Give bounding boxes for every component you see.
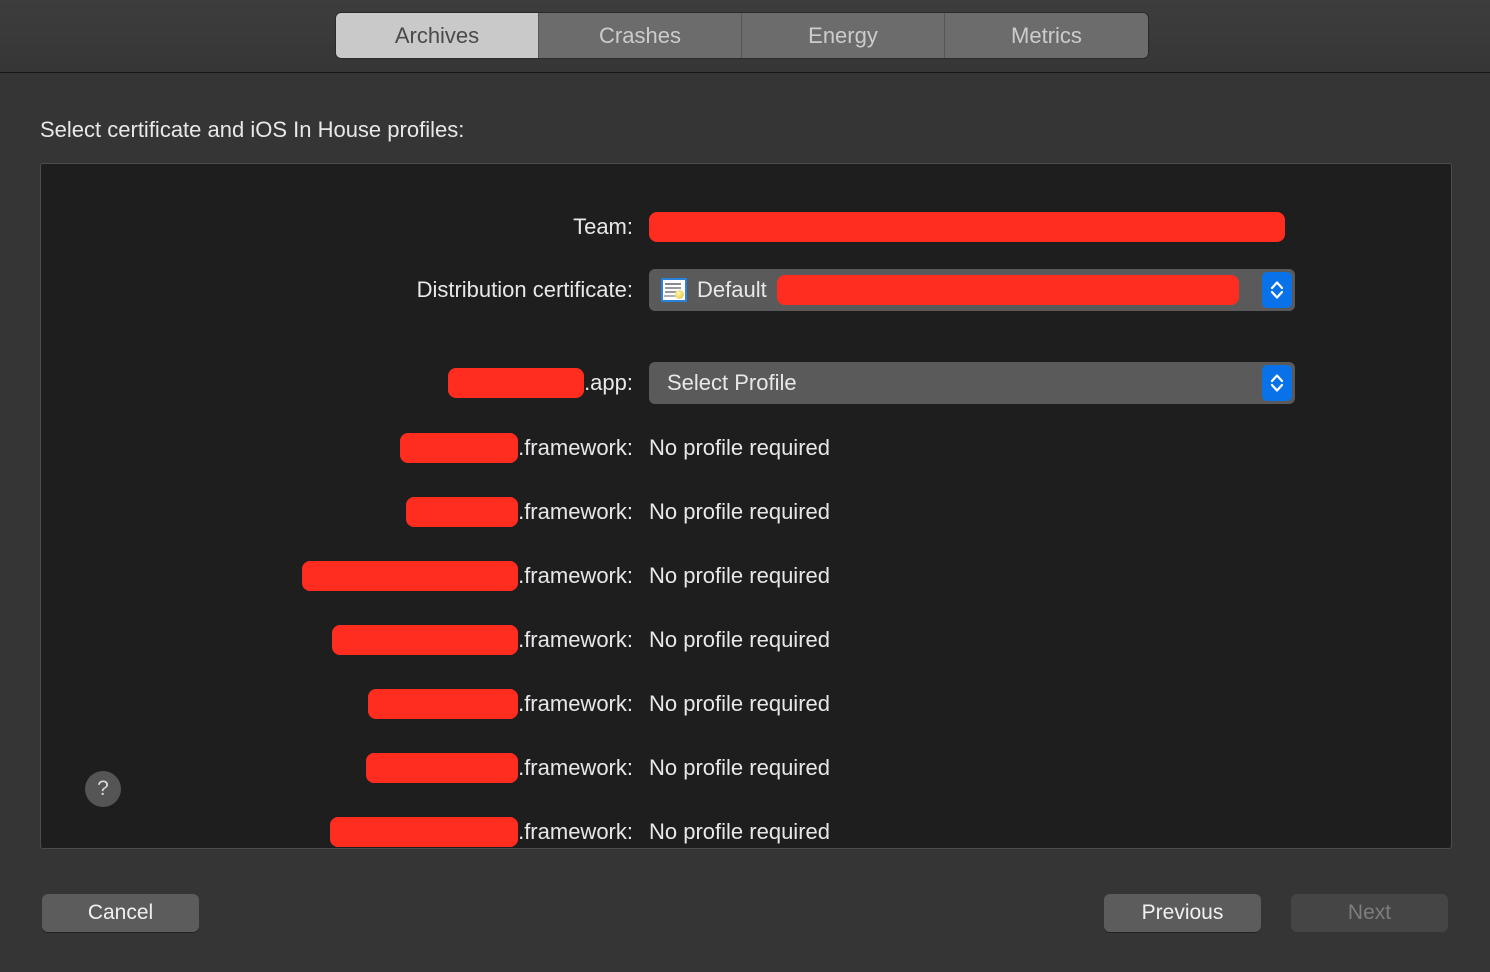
cancel-button[interactable]: Cancel xyxy=(42,894,199,932)
team-label-cell: Team: xyxy=(41,205,633,249)
team-label: Team: xyxy=(573,214,633,239)
framework-profile-status: No profile required xyxy=(649,755,830,780)
framework-name-redaction xyxy=(400,433,519,463)
row-distribution-certificate: Distribution certificate: Default xyxy=(41,268,1451,312)
framework-label-suffix: .framework: xyxy=(518,755,633,780)
framework-label-suffix: .framework: xyxy=(518,435,633,460)
next-button: Next xyxy=(1291,894,1448,932)
certificate-icon xyxy=(661,278,687,302)
certificate-label: Distribution certificate: xyxy=(416,277,633,302)
tab-energy[interactable]: Energy xyxy=(742,13,945,58)
row-framework: .framework: No profile required xyxy=(41,746,1451,790)
framework-label-cell: .framework: xyxy=(41,810,633,848)
chevron-up-down-icon[interactable] xyxy=(1262,272,1292,308)
organizer-tab-group[interactable]: Archives Crashes Energy Metrics xyxy=(336,13,1148,58)
select-profile-popup[interactable]: Select Profile xyxy=(649,362,1295,404)
framework-name-redaction xyxy=(406,497,519,527)
row-framework: .framework: No profile required xyxy=(41,618,1451,662)
certificate-value-cell: Default xyxy=(633,268,1295,312)
row-framework: .framework: No profile required xyxy=(41,810,1451,848)
row-framework: .framework: No profile required xyxy=(41,426,1451,470)
certificate-label-cell: Distribution certificate: xyxy=(41,268,633,312)
framework-name-redaction xyxy=(368,689,519,719)
framework-value-cell: No profile required xyxy=(633,682,830,726)
framework-profile-status: No profile required xyxy=(649,819,830,844)
framework-label-cell: .framework: xyxy=(41,426,633,470)
team-value-cell[interactable] xyxy=(633,205,1285,249)
row-app: .app: Select Profile xyxy=(41,361,1451,405)
question-mark-icon: ? xyxy=(97,777,109,800)
app-name-redaction xyxy=(448,368,585,398)
app-label-cell: .app: xyxy=(41,361,633,405)
row-framework: .framework: No profile required xyxy=(41,490,1451,534)
profiles-panel: Team: Distribution certificate: Default xyxy=(40,163,1452,849)
framework-value-cell: No profile required xyxy=(633,618,830,662)
tab-archives-label: Archives xyxy=(394,22,480,48)
framework-label-suffix: .framework: xyxy=(518,627,633,652)
tab-energy-label: Energy xyxy=(808,22,878,48)
framework-value-cell: No profile required xyxy=(633,490,830,534)
tab-archives[interactable]: Archives xyxy=(336,13,539,58)
framework-value-cell: No profile required xyxy=(633,746,830,790)
framework-profile-status: No profile required xyxy=(649,435,830,460)
framework-label-suffix: .framework: xyxy=(518,499,633,524)
certificate-value-redaction xyxy=(776,275,1239,305)
select-profile-value: Select Profile xyxy=(667,370,797,395)
framework-name-redaction xyxy=(302,561,519,591)
tab-crashes[interactable]: Crashes xyxy=(539,13,742,58)
framework-value-cell: No profile required xyxy=(633,426,830,470)
row-framework: .framework: No profile required xyxy=(41,682,1451,726)
certificate-selected-value: Default xyxy=(697,277,767,302)
framework-label-cell: .framework: xyxy=(41,746,633,790)
previous-button[interactable]: Previous xyxy=(1104,894,1261,932)
framework-profile-status: No profile required xyxy=(649,627,830,652)
framework-profile-status: No profile required xyxy=(649,499,830,524)
row-team: Team: xyxy=(41,205,1451,249)
framework-value-cell: No profile required xyxy=(633,554,830,598)
framework-label-suffix: .framework: xyxy=(518,691,633,716)
framework-label-suffix: .framework: xyxy=(518,563,633,588)
page-title: Select certificate and iOS In House prof… xyxy=(40,117,465,142)
framework-label-suffix: .framework: xyxy=(518,819,633,844)
framework-name-redaction xyxy=(332,625,519,655)
row-framework: .framework: No profile required xyxy=(41,554,1451,598)
framework-profile-status: No profile required xyxy=(649,691,830,716)
framework-label-cell: .framework: xyxy=(41,554,633,598)
top-toolbar: Archives Crashes Energy Metrics xyxy=(0,0,1490,73)
distribution-certificate-popup[interactable]: Default xyxy=(649,269,1295,311)
app-label-suffix: .app: xyxy=(584,370,633,395)
cancel-button-label: Cancel xyxy=(87,901,154,924)
next-button-label: Next xyxy=(1347,901,1392,924)
team-value-redaction xyxy=(649,212,1285,242)
tab-metrics-label: Metrics xyxy=(1011,22,1082,48)
app-value-cell: Select Profile xyxy=(633,361,1295,405)
tab-metrics[interactable]: Metrics xyxy=(945,13,1148,58)
tab-crashes-label: Crashes xyxy=(599,22,681,48)
framework-name-redaction xyxy=(330,817,519,847)
framework-label-cell: .framework: xyxy=(41,618,633,662)
framework-name-redaction xyxy=(366,753,519,783)
previous-button-label: Previous xyxy=(1141,901,1224,924)
framework-label-cell: .framework: xyxy=(41,682,633,726)
chevron-up-down-icon[interactable] xyxy=(1262,365,1292,401)
framework-label-cell: .framework: xyxy=(41,490,633,534)
framework-value-cell: No profile required xyxy=(633,810,830,848)
framework-profile-status: No profile required xyxy=(649,563,830,588)
help-button[interactable]: ? xyxy=(85,771,121,807)
